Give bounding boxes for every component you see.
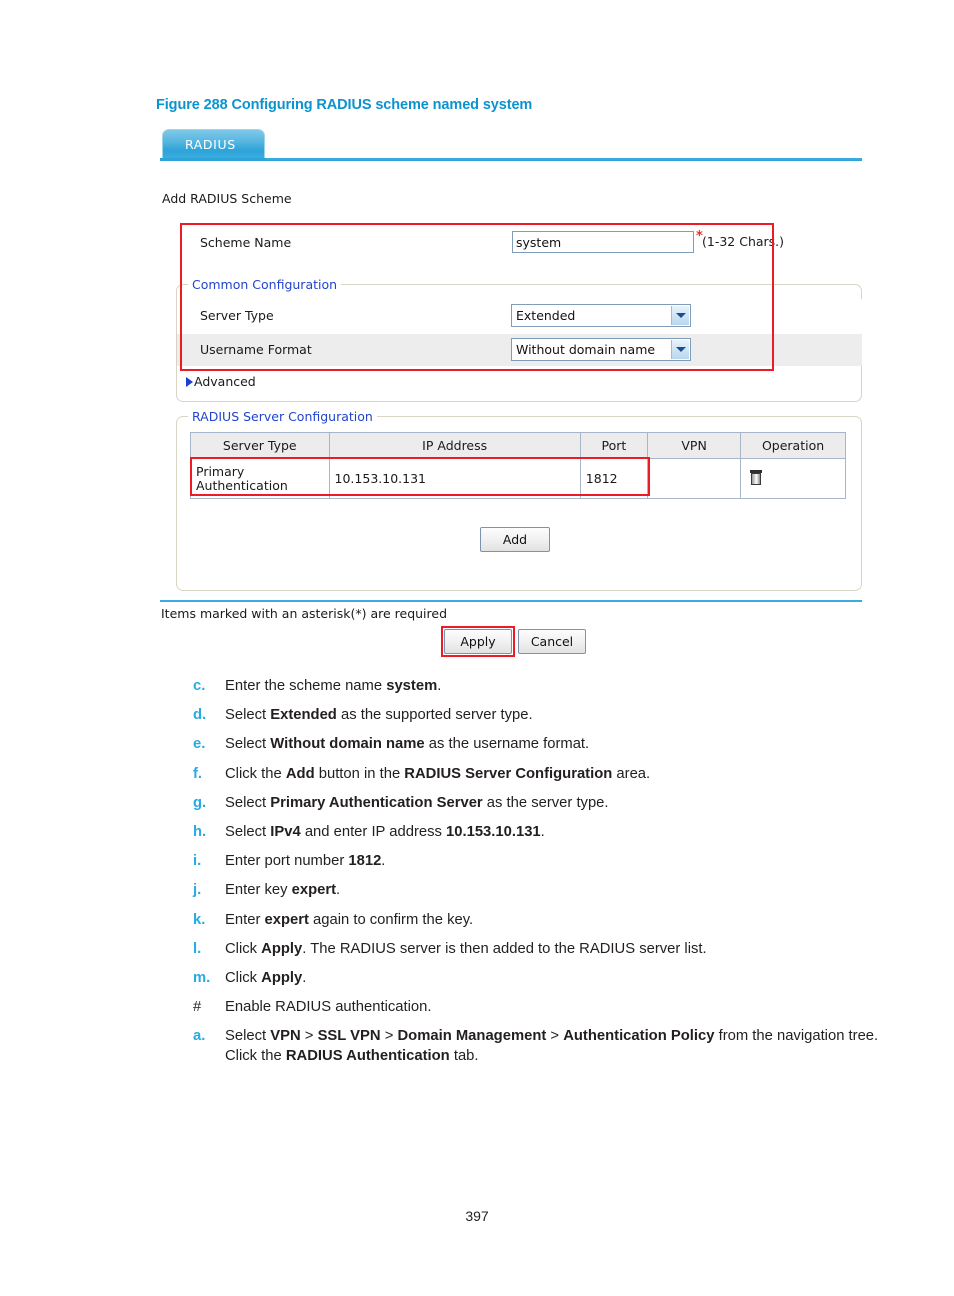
- section-title: Add RADIUS Scheme: [162, 191, 292, 206]
- scheme-name-hint: (1-32 Chars.): [702, 234, 785, 249]
- step-item: c. Enter the scheme name system.: [193, 676, 893, 696]
- trash-body: [751, 472, 762, 485]
- cell-ip-address: 10.153.10.131: [328, 458, 581, 499]
- step-item: l. Click Apply. The RADIUS server is then…: [193, 939, 893, 959]
- step-item: # Enable RADIUS authentication.: [193, 997, 893, 1017]
- step-marker: m.: [193, 969, 211, 986]
- step-text: Enter the scheme name system.: [225, 678, 442, 694]
- step-item: d. Select Extended as the supported serve…: [193, 705, 893, 725]
- scheme-name-row: Scheme Name system * (1-32 Chars.): [178, 226, 862, 264]
- step-item: i. Enter port number 1812.: [193, 851, 893, 871]
- step-text: Click Apply. The RADIUS server is then a…: [225, 940, 707, 957]
- advanced-label: Advanced: [194, 374, 256, 389]
- step-marker: h.: [193, 823, 207, 840]
- step-marker: e.: [193, 736, 206, 753]
- step-item: e. Select Without domain name as the user…: [193, 734, 893, 754]
- advanced-expander[interactable]: Advanced: [186, 374, 256, 389]
- column-header-ip-address: IP Address: [328, 432, 581, 459]
- tab-radius[interactable]: RADIUS: [162, 129, 265, 159]
- scheme-name-input[interactable]: system: [512, 231, 694, 253]
- step-marker: #: [193, 999, 202, 1016]
- column-header-vpn: VPN: [647, 432, 742, 459]
- page-number: 397: [465, 1208, 489, 1224]
- step-text: Select Extended as the supported server …: [225, 707, 533, 724]
- step-text: Click the Add button in the RADIUS Serve…: [225, 765, 651, 782]
- step-item: h. Select IPv4 and enter IP address 10.15…: [193, 822, 893, 842]
- step-marker: k.: [193, 911, 206, 928]
- required-items-note: Items marked with an asterisk(*) are req…: [161, 606, 448, 621]
- column-header-server-type: Server Type: [190, 432, 330, 459]
- step-text: Select Without domain name as the userna…: [225, 736, 590, 753]
- footer-divider: [160, 600, 862, 602]
- step-item: j. Enter key expert.: [193, 880, 893, 900]
- cell-port: 1812: [579, 458, 649, 499]
- apply-button[interactable]: Apply: [444, 629, 512, 654]
- tab-underline-accent: [266, 158, 862, 160]
- step-text: Enter key expert.: [225, 882, 341, 899]
- trash-icon[interactable]: [750, 469, 763, 485]
- step-marker: c.: [193, 678, 206, 694]
- step-text: Select VPN > SSL VPN > Domain Management…: [225, 1028, 879, 1065]
- column-header-port: Port: [579, 432, 649, 459]
- username-format-value: Without domain name: [516, 342, 656, 357]
- server-configuration-legend: RADIUS Server Configuration: [188, 409, 377, 424]
- step-item: g. Select Primary Authentication Server a…: [193, 793, 893, 813]
- table-header-row: Server Type IP Address Port VPN Operatio…: [190, 432, 846, 459]
- step-item: a. Select VPN > SSL VPN > Domain Manageme…: [193, 1026, 893, 1066]
- step-text: Select Primary Authentication Server as …: [225, 794, 609, 811]
- step-text: Click Apply.: [225, 969, 307, 986]
- server-type-row: Server Type Extended: [177, 299, 862, 334]
- cancel-button[interactable]: Cancel: [518, 629, 586, 654]
- step-item: k. Enter expert again to confirm the key.: [193, 910, 893, 930]
- username-format-select[interactable]: Without domain name: [511, 338, 691, 361]
- step-text: Enable RADIUS authentication.: [225, 999, 432, 1016]
- step-text: Enter port number 1812.: [225, 853, 386, 870]
- tab-radius-label: RADIUS: [185, 137, 236, 152]
- scheme-name-label: Scheme Name: [200, 235, 292, 250]
- username-format-label: Username Format: [200, 342, 312, 357]
- cell-server-type: Primary Authentication: [190, 458, 330, 499]
- radius-scheme-screenshot: RADIUS Add RADIUS Scheme Scheme Name sys…: [160, 129, 862, 657]
- step-marker: g.: [193, 794, 207, 811]
- step-text: Enter expert again to confirm the key.: [225, 911, 474, 928]
- step-marker: i.: [193, 853, 202, 870]
- step-marker: l.: [193, 940, 202, 957]
- chevron-down-icon[interactable]: [671, 306, 689, 325]
- step-marker: f.: [193, 765, 203, 782]
- add-button[interactable]: Add: [480, 527, 550, 552]
- step-marker: j.: [193, 882, 202, 899]
- common-configuration-legend: Common Configuration: [188, 277, 342, 292]
- server-type-select[interactable]: Extended: [511, 304, 691, 327]
- cell-operation: [740, 458, 846, 499]
- column-header-operation: Operation: [740, 432, 846, 459]
- chevron-down-icon[interactable]: [671, 340, 689, 359]
- server-type-value: Extended: [516, 308, 576, 323]
- server-type-label: Server Type: [200, 308, 274, 323]
- step-marker: d.: [193, 707, 207, 724]
- figure-caption: Figure 288 Configuring RADIUS scheme nam…: [156, 97, 533, 113]
- cell-vpn: [647, 458, 742, 499]
- triangle-right-icon: [186, 377, 193, 387]
- radius-server-table: Server Type IP Address Port VPN Operatio…: [190, 432, 846, 499]
- step-item: m. Click Apply.: [193, 968, 893, 988]
- step-item: f. Click the Add button in the RADIUS Ser…: [193, 764, 893, 784]
- username-format-row: Username Format Without domain name: [177, 334, 862, 366]
- step-text: Select IPv4 and enter IP address 10.153.…: [225, 823, 545, 840]
- table-row: Primary Authentication 10.153.10.131 181…: [190, 458, 846, 499]
- step-marker: a.: [193, 1028, 206, 1045]
- tab-strip: RADIUS: [160, 129, 862, 163]
- instruction-steps: c. Enter the scheme name system. d. Select …: [193, 676, 893, 1075]
